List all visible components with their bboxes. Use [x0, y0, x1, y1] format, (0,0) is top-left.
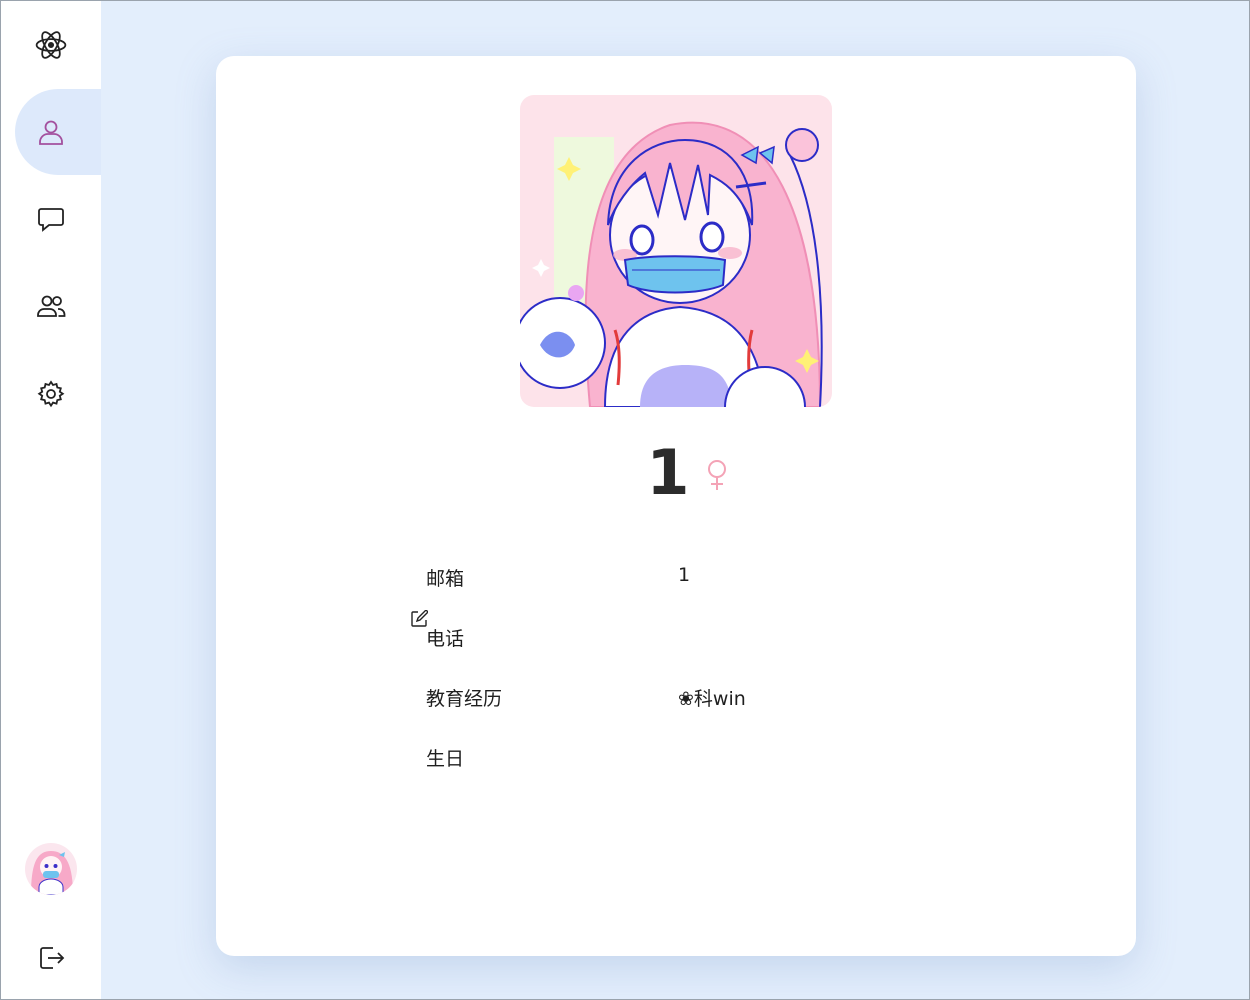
logout-button[interactable]	[34, 941, 68, 975]
sidebar-item-profile[interactable]	[15, 89, 101, 175]
avatar[interactable]	[25, 843, 77, 895]
education-value: ❀科win	[678, 688, 746, 710]
logout-icon	[40, 947, 65, 969]
profile-name: 1	[646, 436, 690, 509]
education-label: 教育经历	[426, 688, 503, 710]
info-row-education: 教育经历 ❀科win	[426, 678, 926, 718]
female-gender-icon	[707, 460, 726, 490]
profile-card: 1 邮箱 1 电话 教育经历 ❀科win 生日	[216, 56, 1136, 956]
chat-bubble-icon	[38, 208, 64, 232]
birthday-label: 生日	[426, 748, 465, 770]
gear-icon	[37, 380, 65, 408]
phone-label: 电话	[426, 628, 465, 650]
user-icon	[39, 120, 63, 145]
profile-image	[520, 95, 832, 407]
sidebar-item-settings[interactable]	[15, 351, 101, 437]
name-row: 1	[216, 442, 1136, 504]
atom-icon	[31, 25, 71, 65]
sidebar-item-contacts[interactable]	[15, 263, 101, 349]
users-icon	[37, 295, 66, 317]
info-row-email: 邮箱 1	[426, 558, 926, 598]
email-label: 邮箱	[426, 568, 465, 590]
info-row-birthday: 生日	[426, 738, 926, 778]
email-value: 1	[678, 564, 691, 586]
info-row-phone: 电话	[426, 618, 926, 658]
sidebar-item-chat[interactable]	[15, 176, 101, 262]
app-window: 1 邮箱 1 电话 教育经历 ❀科win 生日	[0, 0, 1250, 1000]
sidebar	[1, 1, 101, 999]
